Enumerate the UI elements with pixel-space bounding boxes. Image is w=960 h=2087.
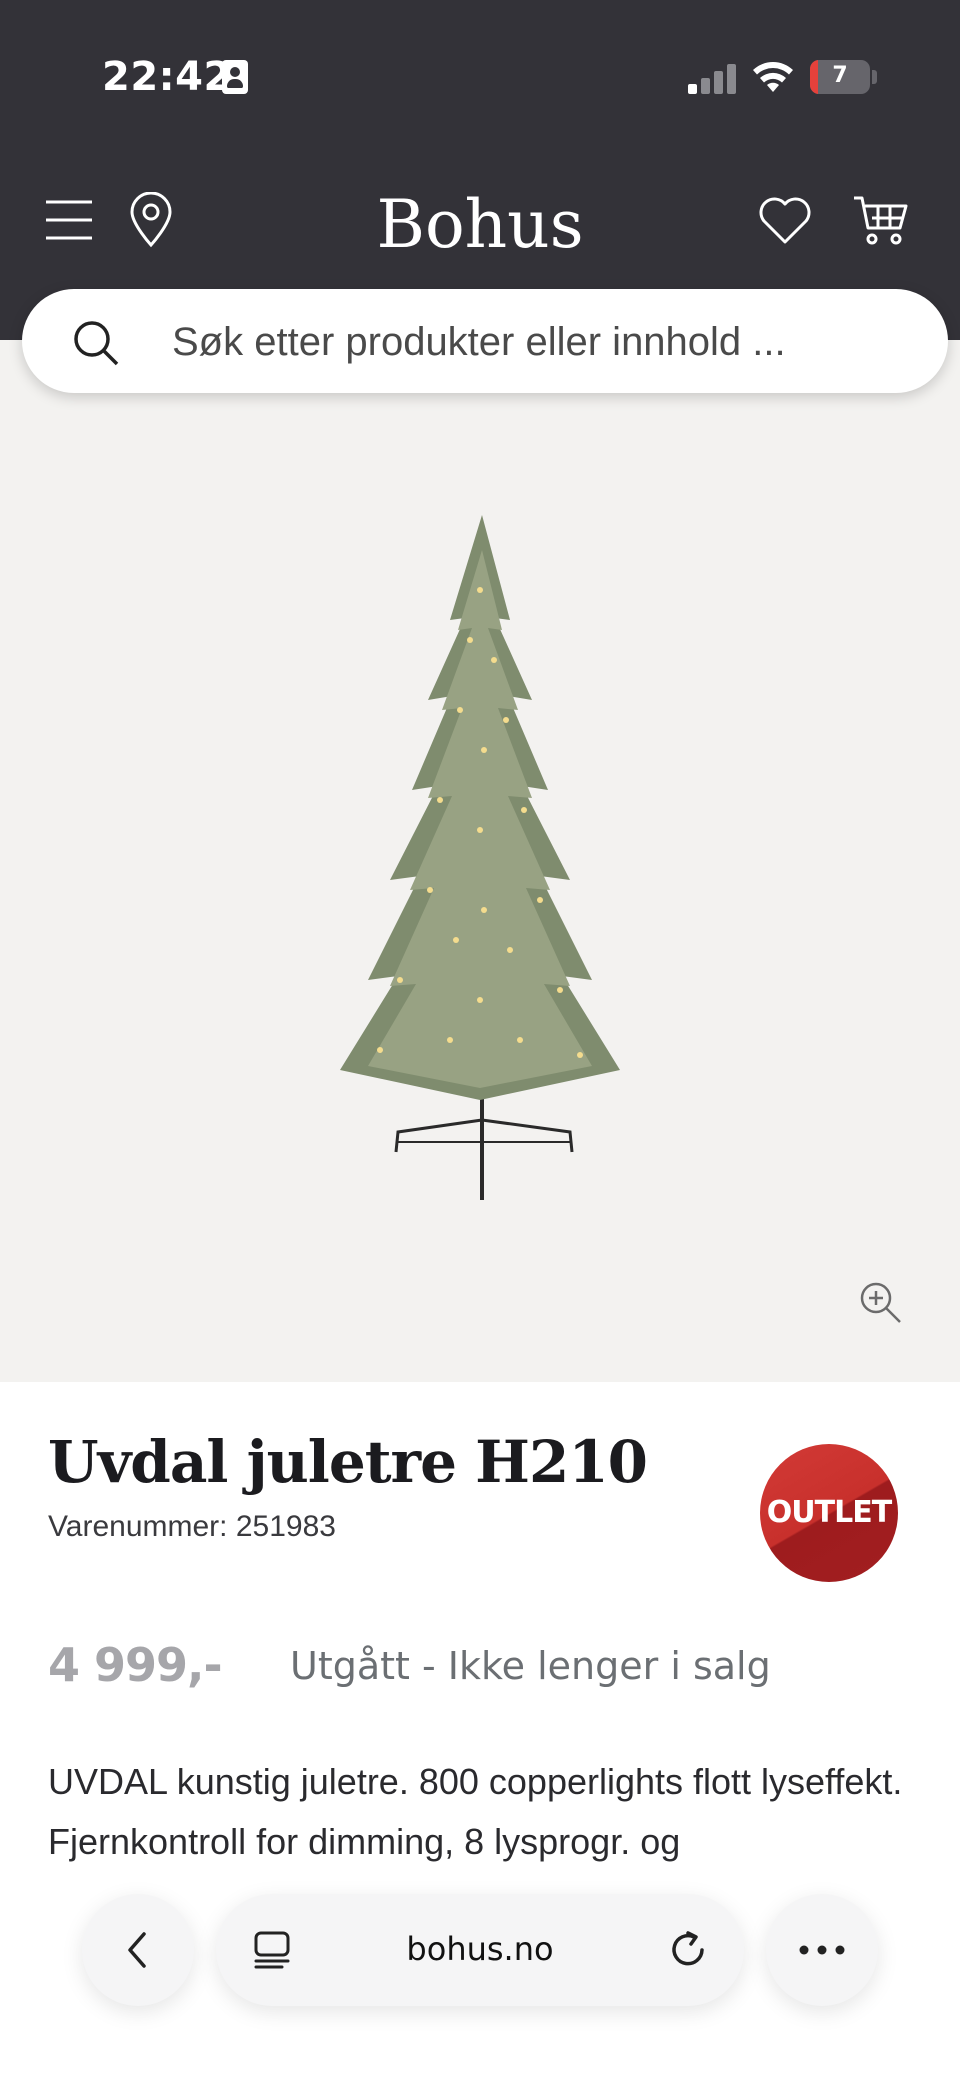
id-card-icon <box>222 60 248 94</box>
availability-status: Utgått - Ikke lenger i salg <box>290 1644 771 1688</box>
product-description: UVDAL kunstig juletre. 800 copperlights … <box>48 1761 903 1862</box>
product-sku: Varenummer: 251983 <box>48 1510 336 1543</box>
signal-icon <box>688 62 736 94</box>
status-time: 22:42 <box>102 54 232 100</box>
back-button[interactable] <box>82 1894 194 2006</box>
wishlist-button[interactable] <box>758 194 812 246</box>
heart-icon <box>759 197 811 244</box>
product-price: 4 999,- <box>48 1638 223 1692</box>
more-button[interactable] <box>766 1894 878 2006</box>
back-icon <box>128 1932 146 1968</box>
reload-icon[interactable] <box>668 1930 708 1970</box>
cart-icon <box>854 196 908 245</box>
search-bar[interactable] <box>22 289 948 393</box>
product-title: Uvdal juletre H210 <box>48 1428 648 1496</box>
cart-button[interactable] <box>852 194 910 248</box>
search-icon <box>74 321 119 366</box>
battery-percent: 7 <box>832 63 848 88</box>
url-text[interactable]: bohus.no <box>216 1930 744 1968</box>
outlet-badge: OUTLET <box>760 1444 898 1582</box>
brand-logo[interactable]: Bohus <box>0 186 960 263</box>
zoom-icon[interactable] <box>858 1280 904 1326</box>
product-image-gallery[interactable] <box>0 340 960 1382</box>
battery-icon: 7 <box>810 60 870 94</box>
browser-toolbar: bohus.no <box>0 1860 960 2087</box>
search-input[interactable] <box>170 307 914 377</box>
status-bar: 22:42 7 <box>0 0 960 150</box>
battery-nub <box>872 70 877 84</box>
more-icon <box>799 1945 845 1955</box>
wifi-icon <box>753 62 793 92</box>
product-image-christmas-tree <box>340 515 620 1200</box>
address-bar[interactable]: bohus.no <box>216 1894 744 2006</box>
